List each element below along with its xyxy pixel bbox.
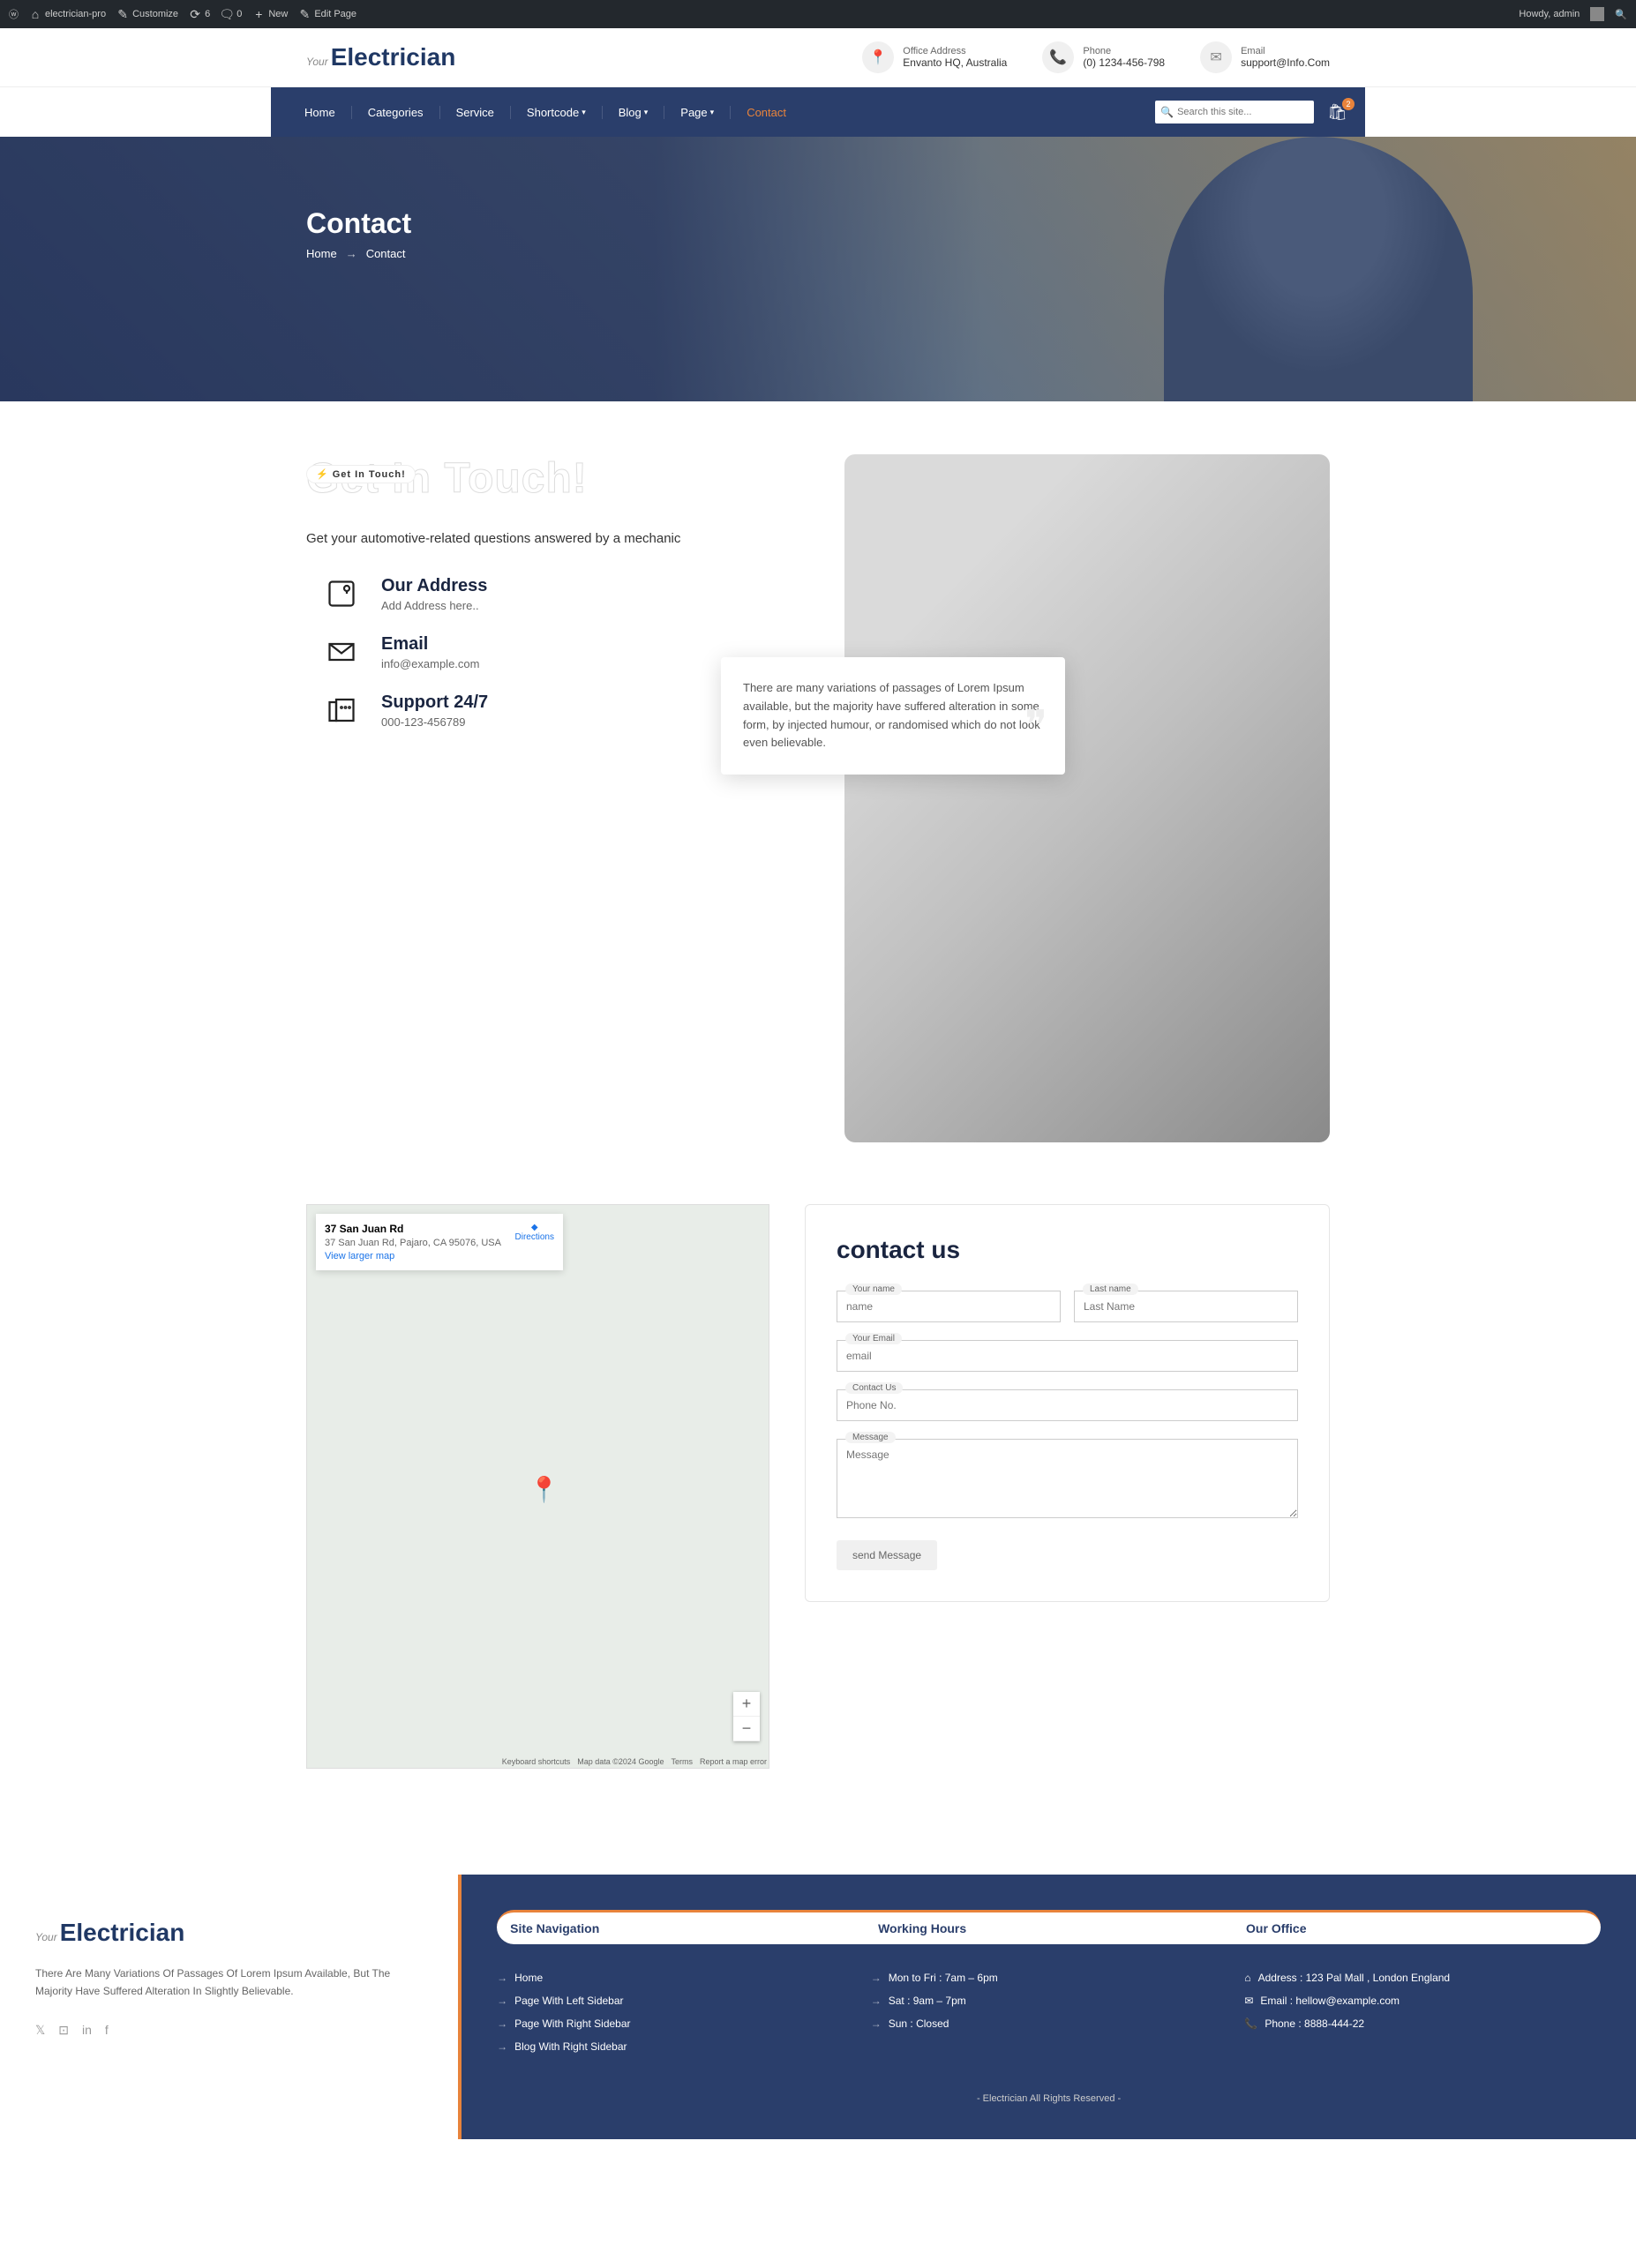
- page-hero: Contact Home → Contact: [0, 137, 1636, 401]
- copyright: - Electrician All Rights Reserved -: [497, 2093, 1601, 2104]
- feature-image: There are many variations of passages of…: [844, 454, 1330, 1142]
- bolt-icon: ⚡: [316, 468, 329, 480]
- nav-shortcode[interactable]: Shortcode▾: [527, 106, 586, 119]
- location-icon: 📍: [862, 41, 894, 73]
- nav-service[interactable]: Service: [456, 106, 494, 119]
- logo-prefix: Your: [306, 56, 328, 68]
- footer-link[interactable]: →Home: [497, 1966, 853, 1989]
- cart-badge: 2: [1342, 98, 1355, 110]
- mail-icon: ✉: [1244, 1995, 1253, 2007]
- admin-site-link[interactable]: ⌂electrician-pro: [29, 8, 106, 20]
- wp-logo-icon[interactable]: ⓦ: [9, 7, 19, 21]
- admin-search-icon[interactable]: 🔍: [1615, 9, 1627, 20]
- admin-comments[interactable]: 🗨0: [221, 8, 242, 20]
- zoom-out-button[interactable]: −: [733, 1717, 760, 1741]
- nav-page[interactable]: Page▾: [680, 106, 714, 119]
- phone-icon: 📞: [1042, 41, 1074, 73]
- nav-home[interactable]: Home: [304, 106, 335, 119]
- footer-link[interactable]: →Page With Right Sidebar: [497, 2012, 853, 2035]
- breadcrumb-separator: →: [346, 247, 357, 260]
- phone-icon: 📞: [1244, 2017, 1257, 2030]
- map-zoom: + −: [733, 1692, 760, 1741]
- chevron-down-icon: ▾: [644, 108, 649, 117]
- send-button[interactable]: send Message: [837, 1540, 937, 1570]
- admin-howdy[interactable]: Howdy, admin: [1519, 9, 1580, 19]
- nav-categories[interactable]: Categories: [368, 106, 424, 119]
- home-icon: ⌂: [29, 8, 41, 20]
- search-icon: 🔍: [1160, 106, 1174, 118]
- mail-icon: [324, 634, 359, 670]
- google-map[interactable]: 37 San Juan Rd 37 San Juan Rd, Pajaro, C…: [306, 1204, 769, 1769]
- logo-text: Electrician: [331, 43, 456, 71]
- admin-new[interactable]: +New: [252, 8, 288, 20]
- footer-link[interactable]: →Page With Left Sidebar: [497, 1989, 853, 2012]
- section-subtitle: Get your automotive-related questions an…: [306, 529, 792, 550]
- footer-logo[interactable]: Your Electrician: [35, 1919, 423, 1947]
- refresh-icon: ⟳: [189, 8, 201, 20]
- nav-blog[interactable]: Blog▾: [619, 106, 649, 119]
- section-badge: ⚡Get In Touch!: [306, 465, 416, 483]
- lastname-input[interactable]: [1074, 1291, 1298, 1322]
- map-view-larger[interactable]: View larger map: [325, 1251, 394, 1261]
- nav-contact[interactable]: Contact: [747, 106, 786, 119]
- avatar[interactable]: [1590, 7, 1604, 21]
- home-icon: ⌂: [1244, 1972, 1250, 1984]
- email-icon: ✉: [1200, 41, 1232, 73]
- address-icon: [324, 576, 359, 611]
- map-directions[interactable]: ◆Directions: [515, 1223, 554, 1242]
- top-header: Your Electrician 📍 Office AddressEnvanto…: [0, 28, 1636, 87]
- message-textarea[interactable]: [837, 1439, 1298, 1518]
- chevron-down-icon: ▾: [582, 108, 586, 117]
- admin-updates[interactable]: ⟳6: [189, 8, 210, 20]
- brush-icon: ✎: [116, 8, 129, 20]
- comment-icon: 🗨: [221, 8, 233, 20]
- chevron-down-icon: ▾: [710, 108, 715, 117]
- admin-edit-page[interactable]: ✎Edit Page: [298, 8, 356, 20]
- fax-icon: [324, 692, 359, 728]
- name-input[interactable]: [837, 1291, 1061, 1322]
- map-info-card: 37 San Juan Rd 37 San Juan Rd, Pajaro, C…: [316, 1214, 563, 1270]
- header-phone: 📞 Phone(0) 1234-456-798: [1042, 41, 1165, 73]
- zoom-in-button[interactable]: +: [733, 1692, 760, 1717]
- footer-headers: Site Navigation Working Hours Our Office: [497, 1910, 1601, 1944]
- phone-input[interactable]: [837, 1389, 1298, 1421]
- facebook-icon[interactable]: f: [105, 2023, 109, 2038]
- footer-description: There Are Many Variations Of Passages Of…: [35, 1965, 423, 2001]
- testimonial-quote: There are many variations of passages of…: [721, 657, 1065, 775]
- footer-hours-list: →Mon to Fri : 7am – 6pm →Sat : 9am – 7pm…: [871, 1966, 1227, 2058]
- admin-customize[interactable]: ✎Customize: [116, 8, 178, 20]
- plus-icon: +: [252, 8, 265, 20]
- footer-link[interactable]: →Blog With Right Sidebar: [497, 2035, 853, 2058]
- info-address: Our AddressAdd Address here..: [324, 576, 792, 612]
- map-credits: Keyboard shortcutsMap data ©2024 GoogleT…: [502, 1757, 767, 1766]
- wp-admin-bar: ⓦ ⌂electrician-pro ✎Customize ⟳6 🗨0 +New…: [0, 0, 1636, 28]
- quote-icon: ❞: [1024, 693, 1047, 761]
- email-input[interactable]: [837, 1340, 1298, 1372]
- main-nav: Home Categories Service Shortcode▾ Blog▾…: [271, 87, 1365, 137]
- header-email: ✉ Emailsupport@Info.Com: [1200, 41, 1330, 73]
- linkedin-icon[interactable]: in: [82, 2023, 92, 2038]
- map-pin-icon: 📍: [529, 1475, 559, 1504]
- contact-form: contact us Your name Last name Your Emai…: [805, 1204, 1330, 1602]
- site-footer: Your Electrician There Are Many Variatio…: [0, 1875, 1636, 2139]
- footer-nav-list: →Home →Page With Left Sidebar →Page With…: [497, 1966, 853, 2058]
- breadcrumb-home[interactable]: Home: [306, 247, 337, 260]
- footer-office-list: ⌂Address : 123 Pal Mall , London England…: [1244, 1966, 1601, 2058]
- form-title: contact us: [837, 1236, 1298, 1264]
- cart-button[interactable]: 🛍2: [1327, 103, 1347, 122]
- breadcrumb-current: Contact: [366, 247, 406, 260]
- search-input[interactable]: [1174, 103, 1309, 121]
- instagram-icon[interactable]: ⊡: [58, 2023, 69, 2038]
- search-box: 🔍: [1155, 101, 1314, 124]
- header-office: 📍 Office AddressEnvanto HQ, Australia: [862, 41, 1007, 73]
- pencil-icon: ✎: [298, 8, 311, 20]
- twitter-icon[interactable]: 𝕏: [35, 2023, 45, 2038]
- section-title: Get In Touch! ⚡Get In Touch!: [306, 454, 792, 503]
- site-logo[interactable]: Your Electrician: [306, 43, 455, 71]
